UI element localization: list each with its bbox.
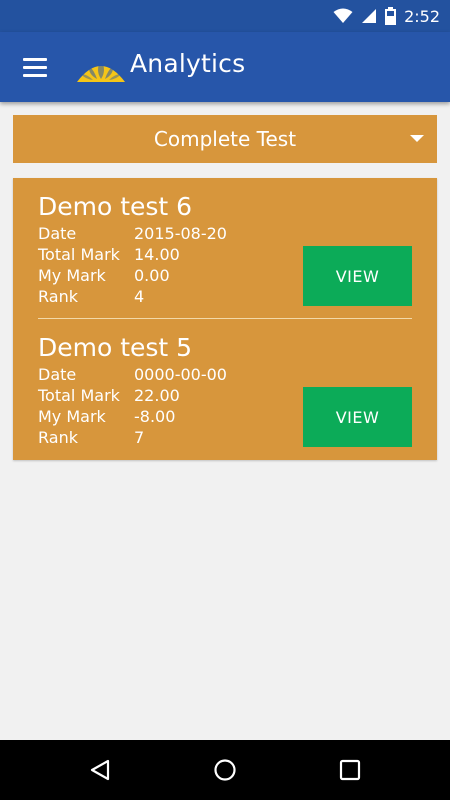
- dropdown-selected-value: Complete Test: [153, 127, 297, 151]
- rank-label: Rank: [38, 428, 78, 447]
- list-item: Demo test 6 Date 2015-08-20 Total Mark 1…: [13, 178, 437, 319]
- lotus-logo-icon: [77, 60, 125, 82]
- view-button[interactable]: VIEW: [303, 387, 412, 447]
- total-mark-row: Total Mark 14.00: [38, 245, 180, 264]
- total-mark-label: Total Mark: [38, 386, 120, 405]
- status-icons: 2:52: [333, 0, 440, 32]
- list-item: Demo test 5 Date 0000-00-00 Total Mark 2…: [13, 319, 437, 460]
- rank-value: 7: [134, 428, 145, 447]
- menu-line: [23, 57, 47, 61]
- navigation-bar: [0, 740, 450, 800]
- total-mark-row: Total Mark 22.00: [38, 386, 180, 405]
- my-mark-row: My Mark -8.00: [38, 407, 175, 426]
- my-mark-value: 0.00: [134, 266, 170, 285]
- my-mark-label: My Mark: [38, 407, 106, 426]
- date-value: 2015-08-20: [134, 224, 227, 243]
- total-mark-label: Total Mark: [38, 245, 120, 264]
- test-name: Demo test 6: [38, 192, 193, 221]
- date-label: Date: [38, 224, 77, 243]
- rank-label: Rank: [38, 287, 78, 306]
- date-row: Date 0000-00-00: [38, 365, 227, 384]
- test-list: Demo test 6 Date 2015-08-20 Total Mark 1…: [13, 178, 437, 460]
- date-value: 0000-00-00: [134, 365, 227, 384]
- view-button[interactable]: VIEW: [303, 246, 412, 306]
- menu-line: [23, 73, 47, 77]
- rank-row: Rank 4: [38, 287, 144, 306]
- app-bar: Analytics: [0, 32, 450, 102]
- status-bar: 2:52: [0, 0, 450, 32]
- hamburger-menu-icon[interactable]: [14, 46, 56, 88]
- rank-row: Rank 7: [38, 428, 144, 447]
- wifi-icon: [333, 8, 353, 23]
- page-title: Analytics: [130, 49, 246, 78]
- my-mark-label: My Mark: [38, 266, 106, 285]
- rank-value: 4: [134, 287, 145, 306]
- test-name: Demo test 5: [38, 333, 193, 362]
- total-mark-value: 14.00: [134, 245, 180, 264]
- date-row: Date 2015-08-20: [38, 224, 227, 243]
- signal-icon: [362, 9, 377, 23]
- my-mark-value: -8.00: [134, 407, 176, 426]
- home-icon[interactable]: [213, 758, 237, 782]
- menu-line: [23, 65, 47, 69]
- test-type-dropdown[interactable]: Complete Test: [13, 115, 437, 163]
- date-label: Date: [38, 365, 77, 384]
- recent-apps-icon[interactable]: [339, 759, 361, 781]
- dropdown-arrow-icon: [410, 135, 424, 142]
- back-icon[interactable]: [88, 758, 112, 782]
- status-time: 2:52: [404, 6, 440, 26]
- battery-icon: [385, 7, 397, 25]
- my-mark-row: My Mark 0.00: [38, 266, 170, 285]
- total-mark-value: 22.00: [134, 386, 180, 405]
